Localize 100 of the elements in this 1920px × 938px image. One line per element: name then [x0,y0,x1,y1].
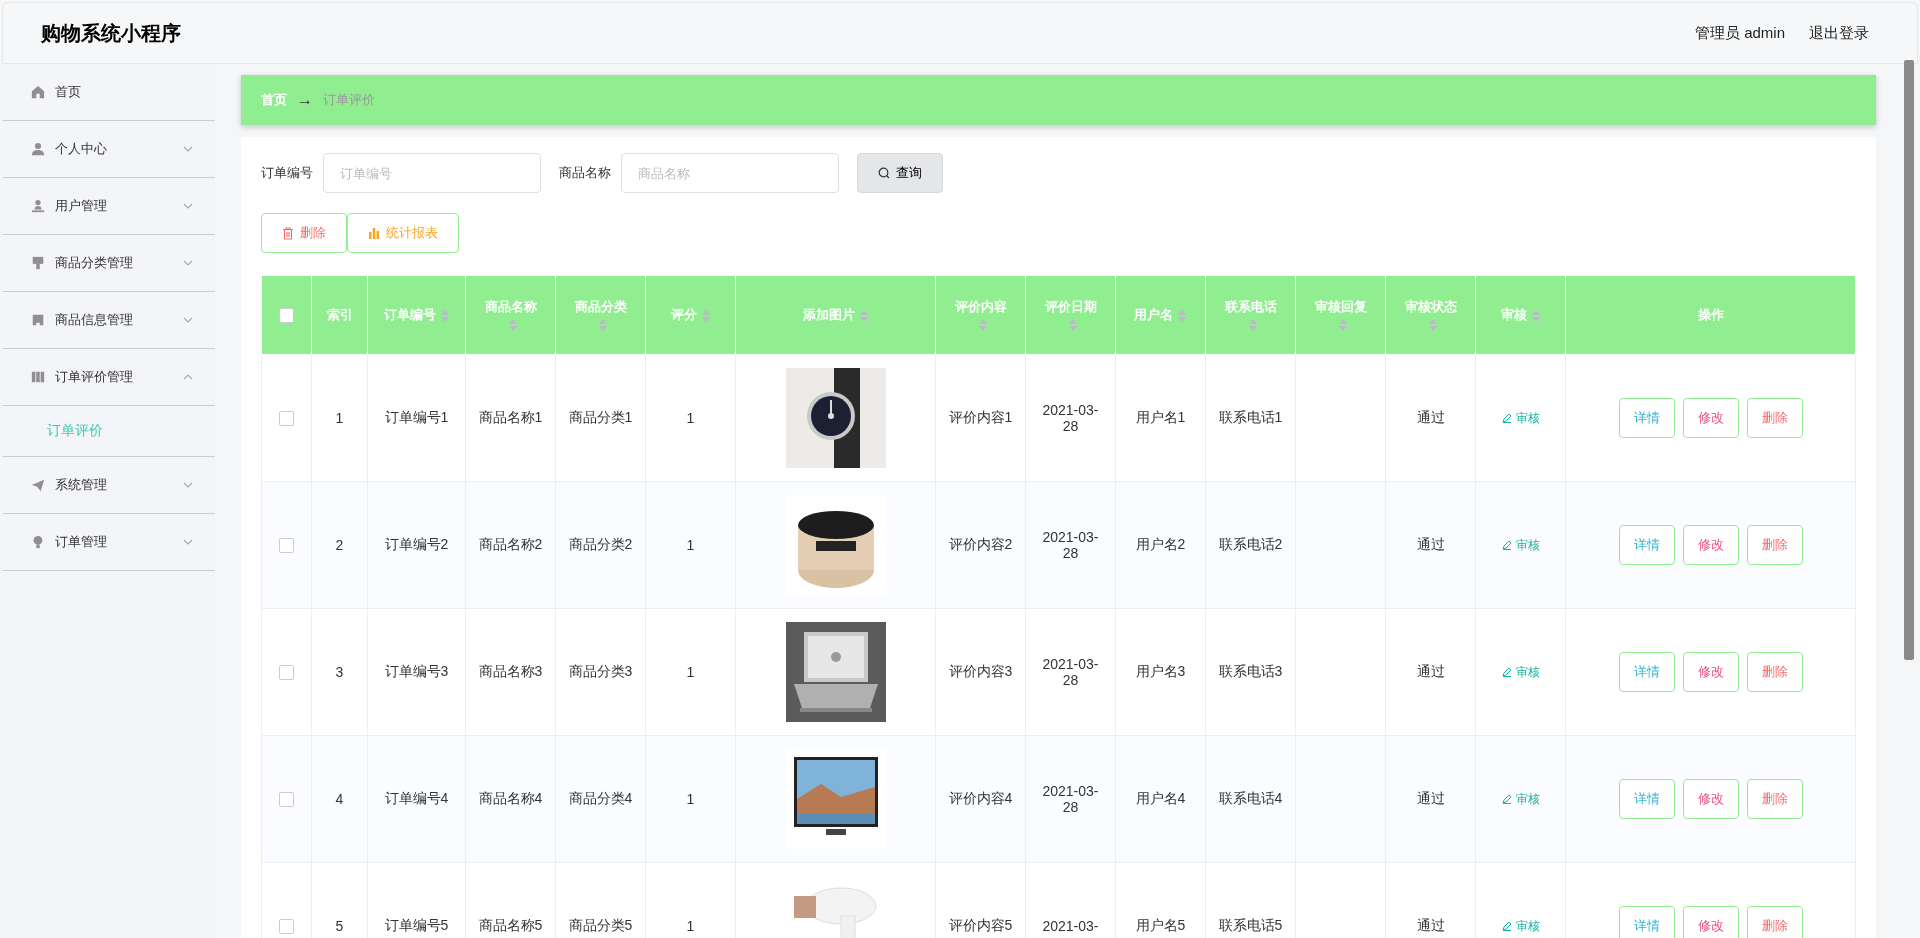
table-cell: 联系电话1 [1218,409,1283,425]
column-header: 操作 [1565,275,1856,355]
sort-icon[interactable] [1247,317,1258,332]
sort-icon[interactable] [1530,308,1541,323]
sort-icon[interactable] [1177,308,1187,323]
menu-icon [31,478,45,492]
edit-button[interactable]: 修改 [1682,652,1739,692]
menu-item[interactable]: 个人中心 [3,121,215,178]
menu-item[interactable]: 系统管理 [3,457,215,514]
pencil-icon [1501,794,1512,804]
logout-link[interactable]: 退出登录 [1809,23,1869,43]
app-title: 购物系统小程序 [41,20,181,46]
column-header[interactable]: 评价内容 [935,275,1026,355]
table-cell: 联系电话4 [1218,790,1283,806]
search-button[interactable]: 查询 [857,153,943,193]
edit-button[interactable]: 修改 [1682,906,1739,938]
scrollbar[interactable] [1904,60,1914,660]
user-label: 管理员 admin [1694,23,1785,43]
column-header[interactable]: 订单编号 [367,275,466,355]
pencil-icon [1501,667,1512,677]
edit-button[interactable]: 修改 [1682,398,1739,438]
audit-link[interactable]: 审核 [1501,409,1540,427]
delete-button[interactable]: 删除 [1746,398,1803,438]
sort-icon[interactable] [507,317,518,332]
row-checkbox[interactable] [279,665,294,681]
detail-button[interactable]: 详情 [1618,779,1675,819]
table-cell: 订单编号1 [384,409,449,425]
pencil-icon [1501,540,1512,550]
delete-button[interactable]: 删除 [261,213,347,253]
row-checkbox[interactable] [279,792,294,808]
menu-icon [31,313,45,327]
menu-icon [31,256,45,270]
table-cell: 商品名称5 [478,917,543,933]
table-cell: 用户名3 [1135,663,1186,679]
table-cell: 2021-03-28 [1042,656,1099,688]
search-field[interactable]: 订单编号 [323,153,541,193]
row-checkbox[interactable] [279,411,294,427]
breadcrumb-separator: → [297,91,313,109]
table-cell: 用户名5 [1135,917,1186,933]
table-cell: 2021-03-28 [1042,402,1099,434]
sort-icon[interactable] [977,317,988,332]
audit-link[interactable]: 审核 [1501,663,1540,681]
menu-icon [31,142,45,156]
column-header[interactable]: 商品分类 [555,275,646,355]
column-header[interactable]: 商品名称 [465,275,556,355]
row-checkbox[interactable] [279,538,294,554]
search-field[interactable]: 商品名称 [621,153,839,193]
table-cell: 评价内容3 [948,663,1013,679]
column-header[interactable]: 审核 [1475,275,1566,355]
delete-button[interactable]: 删除 [1746,525,1803,565]
table-cell: 1 [335,410,344,426]
detail-button[interactable]: 详情 [1618,525,1675,565]
table-cell: 用户名4 [1135,790,1186,806]
sort-icon[interactable] [1337,317,1348,332]
menu-item[interactable]: 商品信息管理 [3,292,215,349]
menu-item[interactable]: 订单评价管理 [3,349,215,406]
detail-button[interactable]: 详情 [1618,398,1675,438]
sort-icon[interactable] [1067,317,1078,332]
breadcrumb-item[interactable]: 首页 [261,91,287,109]
table-cell: 订单编号4 [384,790,449,806]
submenu-item[interactable]: 订单评价 [3,406,215,457]
column-header[interactable]: 评分 [645,275,736,355]
menu-item[interactable]: 首页 [3,64,215,121]
row-checkbox[interactable] [279,919,294,935]
sort-icon[interactable] [597,317,608,332]
delete-button[interactable]: 删除 [1746,652,1803,692]
column-header[interactable]: 联系电话 [1205,275,1296,355]
table-cell: 联系电话2 [1218,536,1283,552]
column-header[interactable]: 审核回复 [1295,275,1386,355]
pencil-icon [1501,413,1512,423]
sort-icon[interactable] [1427,317,1438,332]
menu-item[interactable]: 用户管理 [3,178,215,235]
select-all-checkbox[interactable] [279,308,294,324]
column-header[interactable]: 用户名 [1115,275,1206,355]
bar-chart-icon [368,227,380,239]
detail-button[interactable]: 详情 [1618,652,1675,692]
edit-button[interactable]: 修改 [1682,779,1739,819]
audit-link[interactable]: 审核 [1501,790,1540,808]
sort-icon[interactable] [858,308,869,323]
column-header[interactable]: 添加图片 [735,275,936,355]
audit-link[interactable]: 审核 [1501,917,1540,935]
menu-item[interactable]: 商品分类管理 [3,235,215,292]
trash-icon [282,226,294,240]
edit-button[interactable]: 修改 [1682,525,1739,565]
delete-button[interactable]: 删除 [1746,779,1803,819]
menu-icon [31,199,45,213]
column-header[interactable]: 评价日期 [1025,275,1116,355]
sort-icon[interactable] [700,308,711,323]
table-cell: 通过 [1416,790,1445,806]
column-header[interactable]: 审核状态 [1385,275,1476,355]
table-cell: 2021-03-28 [1042,783,1099,815]
audit-link[interactable]: 审核 [1501,536,1540,554]
menu-item[interactable]: 订单管理 [3,514,215,571]
detail-button[interactable]: 详情 [1618,906,1675,938]
table-cell: 2021-03- [1042,918,1099,934]
delete-button[interactable]: 删除 [1746,906,1803,938]
table-cell: 商品分类5 [568,917,633,933]
sort-icon[interactable] [439,308,450,323]
report-button[interactable]: 统计报表 [347,213,459,253]
menu-icon [31,370,45,384]
